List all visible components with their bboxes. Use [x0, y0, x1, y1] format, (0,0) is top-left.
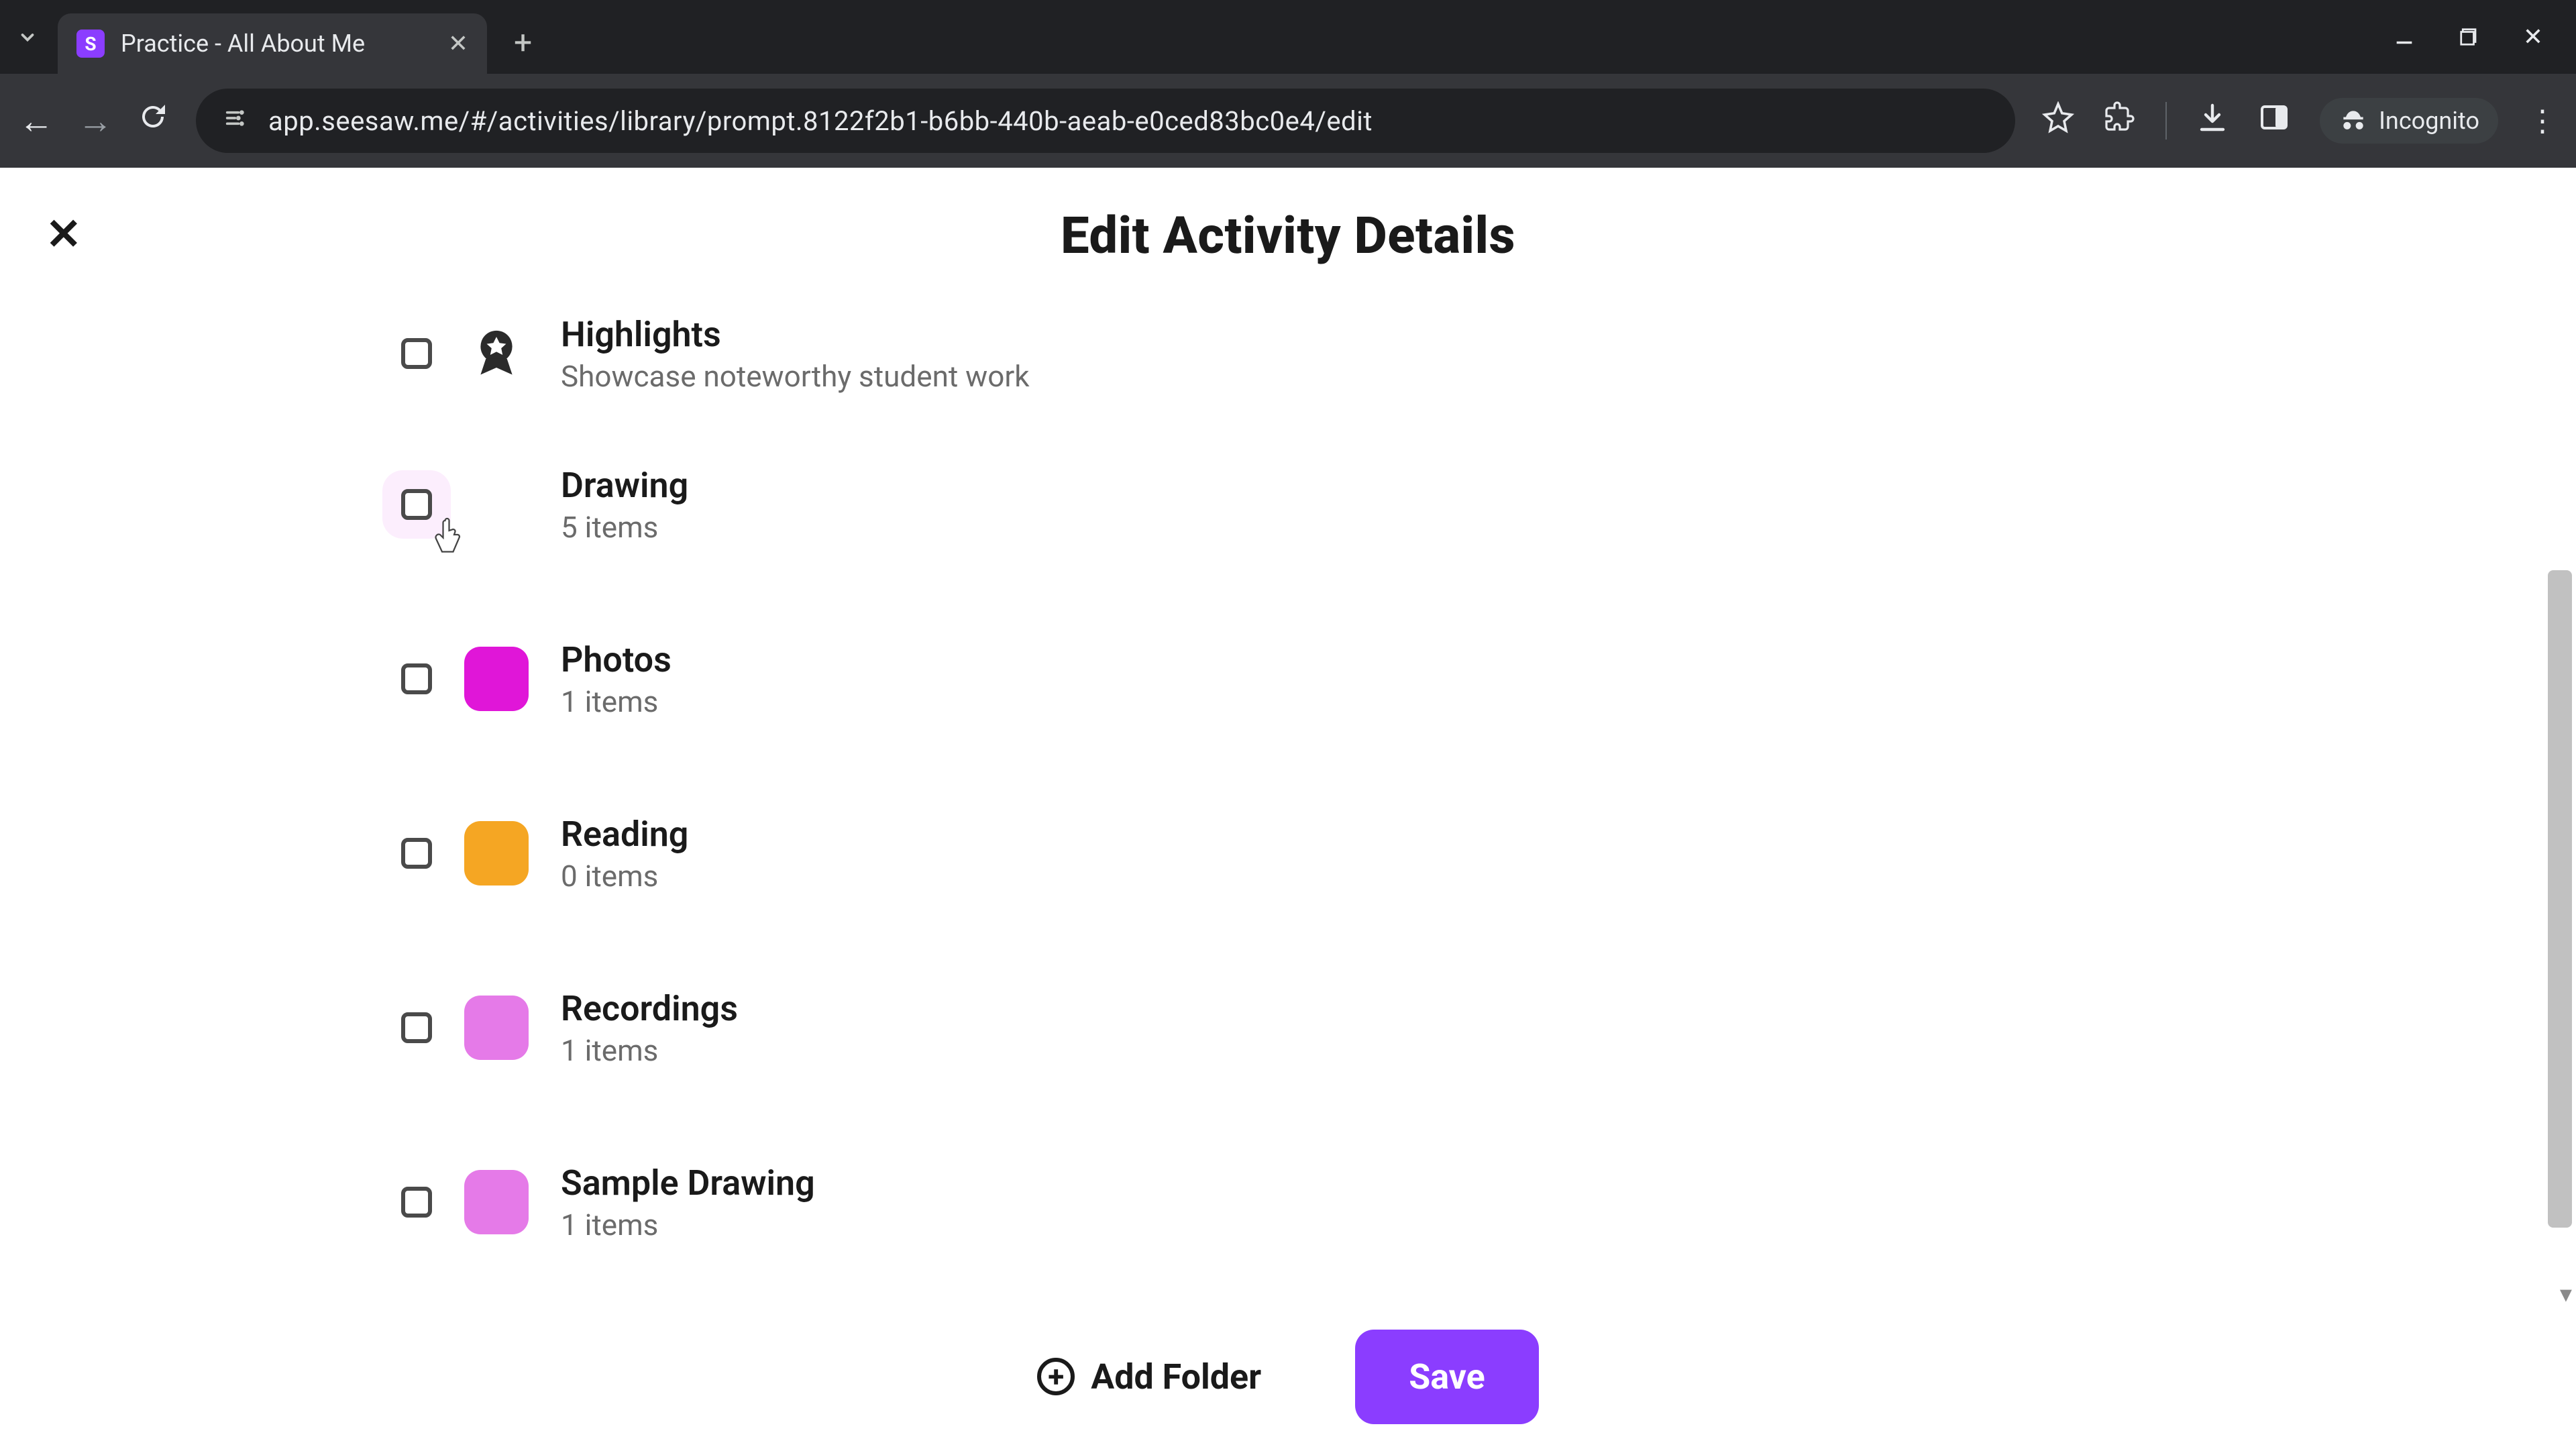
tab-strip: S Practice - All About Me ✕ + ✕: [0, 0, 2576, 74]
folder-name: Sample Drawing: [561, 1163, 815, 1203]
folder-subtitle: 5 items: [561, 510, 688, 545]
page-title: Edit Activity Details: [0, 168, 2576, 266]
incognito-label: Incognito: [2379, 107, 2479, 135]
folder-name: Drawing: [561, 465, 688, 506]
incognito-icon: [2339, 106, 2368, 136]
folder-row-highlights[interactable]: Highlights Showcase noteworthy student w…: [401, 290, 2172, 417]
tab-close-button[interactable]: ✕: [448, 30, 468, 58]
folder-checkbox[interactable]: [401, 838, 432, 869]
folder-color-icon: [464, 996, 529, 1060]
site-settings-icon[interactable]: [223, 105, 250, 138]
folder-list: Highlights Showcase noteworthy student w…: [401, 290, 2172, 1289]
folder-row-recordings[interactable]: Recordings 1 items: [401, 941, 2172, 1115]
browser-chrome: S Practice - All About Me ✕ + ✕ ← → app.…: [0, 0, 2576, 168]
folder-row-drawing[interactable]: Drawing 5 items: [401, 417, 2172, 592]
back-button[interactable]: ←: [19, 101, 51, 142]
page-content: ✕ Edit Activity Details Highlights Showc…: [0, 168, 2576, 1449]
puzzle-icon: [2104, 101, 2136, 133]
tab-favicon-icon: S: [76, 30, 105, 58]
folder-subtitle: 1 items: [561, 1208, 815, 1242]
save-button[interactable]: Save: [1355, 1330, 1539, 1424]
extensions-button[interactable]: [2104, 101, 2136, 141]
folder-subtitle: 1 items: [561, 1033, 738, 1068]
chevron-down-icon: [15, 25, 40, 49]
scrollbar-thumb[interactable]: [2548, 570, 2572, 1228]
folder-color-icon: [464, 472, 529, 537]
maximize-button[interactable]: [2455, 23, 2482, 51]
side-panel-button[interactable]: [2258, 101, 2290, 141]
folder-name: Reading: [561, 814, 688, 855]
folder-name: Highlights: [561, 314, 1030, 355]
tabs-dropdown-button[interactable]: [11, 20, 44, 54]
browser-toolbar: ← → app.seesaw.me/#/activities/library/p…: [0, 74, 2576, 168]
panel-icon: [2258, 101, 2290, 133]
downloads-button[interactable]: [2196, 101, 2229, 141]
ribbon-star-icon: [464, 321, 529, 386]
close-window-button[interactable]: ✕: [2520, 23, 2546, 51]
download-icon: [2196, 101, 2229, 133]
folder-subtitle: 1 items: [561, 684, 672, 719]
forward-button[interactable]: →: [78, 101, 110, 142]
toolbar-actions: Incognito ⋮: [2042, 98, 2557, 144]
address-bar[interactable]: app.seesaw.me/#/activities/library/promp…: [196, 89, 2015, 153]
star-icon: [2042, 101, 2074, 133]
new-tab-button[interactable]: +: [514, 23, 532, 62]
folder-checkbox[interactable]: [401, 1187, 432, 1218]
add-folder-label: Add Folder: [1091, 1356, 1261, 1397]
folder-row-sample-drawing[interactable]: Sample Drawing 1 items: [401, 1115, 2172, 1289]
folder-color-icon: [464, 821, 529, 885]
close-modal-button[interactable]: ✕: [46, 213, 82, 256]
bookmark-button[interactable]: [2042, 101, 2074, 141]
folder-row-reading[interactable]: Reading 0 items: [401, 766, 2172, 941]
window-controls: ✕: [2391, 23, 2576, 51]
folder-checkbox[interactable]: [401, 489, 432, 520]
plus-circle-icon: +: [1037, 1358, 1075, 1395]
folder-checkbox[interactable]: [401, 1012, 432, 1043]
minimize-button[interactable]: [2391, 23, 2418, 51]
tab-title: Practice - All About Me: [121, 30, 432, 58]
folder-color-icon: [464, 1170, 529, 1234]
folder-row-photos[interactable]: Photos 1 items: [401, 592, 2172, 766]
footer-bar: + Add Folder Save: [0, 1304, 2576, 1449]
folder-color-icon: [464, 647, 529, 711]
add-folder-button[interactable]: + Add Folder: [1037, 1356, 1261, 1397]
browser-tab[interactable]: S Practice - All About Me ✕: [58, 13, 487, 74]
incognito-indicator[interactable]: Incognito: [2320, 98, 2498, 144]
folder-name: Recordings: [561, 988, 738, 1029]
browser-menu-button[interactable]: ⋮: [2528, 103, 2557, 138]
cursor-hand-icon: [432, 517, 464, 557]
folder-checkbox[interactable]: [401, 338, 432, 369]
url-text: app.seesaw.me/#/activities/library/promp…: [268, 105, 1373, 137]
folder-checkbox[interactable]: [401, 663, 432, 694]
reload-button[interactable]: [137, 101, 169, 141]
toolbar-divider: [2165, 102, 2167, 140]
reload-icon: [137, 101, 169, 133]
folder-subtitle: 0 items: [561, 859, 688, 894]
folder-name: Photos: [561, 639, 672, 680]
folder-subtitle: Showcase noteworthy student work: [561, 359, 1030, 394]
